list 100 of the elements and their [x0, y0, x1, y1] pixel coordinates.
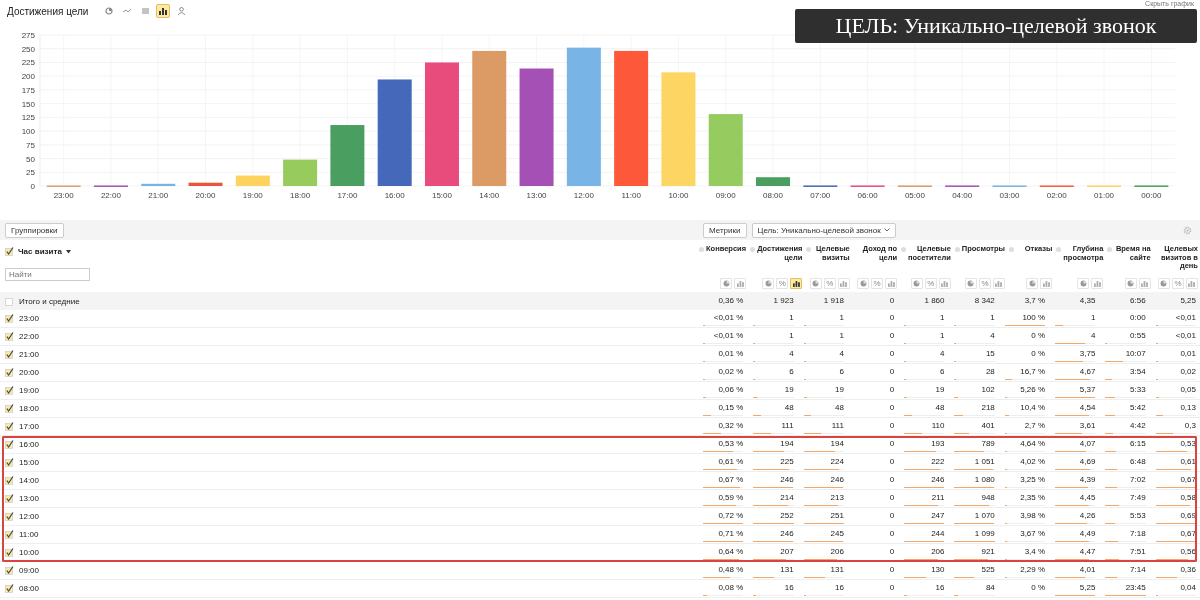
pie-chart-button[interactable] [1124, 278, 1137, 289]
table-cell: 213 [830, 493, 844, 502]
table-cell: 0,36 % [718, 295, 744, 305]
table-cell: 1 [789, 331, 794, 340]
checkbox[interactable] [5, 368, 14, 377]
table-cell: 0,02 [1180, 367, 1196, 376]
checkbox[interactable] [5, 494, 14, 503]
table-cell: 4,26 [1079, 511, 1096, 520]
table-cell: 10,4 % [1020, 403, 1046, 412]
radio-marker[interactable] [1056, 247, 1062, 252]
row-label: 14:00 [19, 476, 40, 485]
chart-bar [756, 177, 790, 186]
table-cell: 0 % [1031, 349, 1046, 358]
table-cell: 4,49 [1079, 529, 1096, 538]
percent-button[interactable]: % [776, 278, 789, 289]
bar-chart-icon [159, 7, 168, 15]
table-cell: 4 [1090, 331, 1096, 340]
percent-button[interactable]: % [1172, 278, 1184, 289]
checkbox[interactable] [5, 404, 14, 413]
radio-marker[interactable] [1107, 247, 1113, 252]
dimension-header[interactable]: Час визита [18, 247, 62, 256]
radio-marker[interactable] [806, 247, 812, 252]
radio-marker[interactable] [954, 247, 960, 252]
checkbox[interactable] [5, 350, 14, 359]
pie-chart-button[interactable] [910, 278, 923, 289]
table-cell: 4:42 [1130, 421, 1146, 430]
bar-chart-icon [792, 280, 800, 287]
checkbox[interactable] [5, 458, 14, 467]
axis-label: 02:00 [1046, 191, 1067, 200]
pie-chart-button[interactable] [809, 278, 822, 289]
pie-chart-button[interactable] [1158, 278, 1170, 289]
checkbox[interactable] [5, 566, 14, 575]
table-cell: 0,3 [1184, 421, 1196, 430]
axis-label: 150 [21, 99, 35, 109]
checkbox[interactable] [5, 386, 14, 395]
checkbox[interactable] [5, 476, 14, 485]
axis-label: 09:00 [715, 191, 736, 200]
table-cell: 10:07 [1125, 349, 1146, 358]
checkbox[interactable] [5, 247, 14, 256]
radio-marker[interactable] [901, 247, 907, 252]
table-cell: 4,07 [1079, 439, 1096, 448]
metrics-button[interactable]: Метрики [703, 222, 747, 238]
pie-chart-icon [1079, 280, 1087, 287]
table-cell: 48 [835, 403, 844, 412]
table-cell: 0 [889, 385, 895, 394]
table-cell: 211 [931, 493, 945, 502]
bar-chart-button[interactable] [790, 278, 803, 289]
radio-marker[interactable] [750, 247, 756, 252]
table-cell: 16 [835, 583, 844, 592]
pie-chart-button[interactable] [1077, 278, 1090, 289]
table-cell: 225 [780, 457, 794, 466]
axis-label: 50 [26, 154, 35, 164]
checkbox[interactable] [5, 440, 14, 449]
row-label: 11:00 [19, 530, 39, 539]
percent-button[interactable]: % [978, 278, 991, 289]
pie-chart-icon [1160, 280, 1168, 287]
table-cell: 1 080 [974, 475, 995, 484]
chart-bar [235, 175, 270, 186]
table-cell: 0 [889, 313, 895, 322]
checkbox[interactable] [5, 584, 14, 593]
percent-button[interactable]: % [871, 278, 884, 289]
checkbox[interactable] [5, 530, 14, 539]
table-cell: 84 [985, 583, 995, 592]
line-chart-icon [123, 8, 132, 14]
checkbox[interactable] [5, 512, 14, 521]
checkbox[interactable] [5, 332, 14, 341]
row-label: 16:00 [19, 440, 40, 449]
radio-marker[interactable] [1008, 247, 1014, 252]
pie-chart-button[interactable] [720, 278, 733, 289]
pie-chart-button[interactable] [762, 278, 775, 289]
checkbox[interactable] [5, 314, 14, 323]
table-cell: 131 [780, 565, 794, 574]
axis-label: 0 [30, 182, 35, 191]
table-cell: 6:15 [1130, 439, 1146, 448]
table-cell: 28 [985, 367, 995, 376]
percent-button[interactable]: % [924, 278, 937, 289]
table-cell: <0,01 % [713, 313, 744, 322]
table-cell: 16 [935, 583, 945, 592]
checkbox[interactable] [5, 422, 14, 431]
goal-select[interactable]: Цель: Уникально-целевой звонок [751, 222, 896, 238]
groupings-button[interactable]: Группировки [5, 222, 64, 238]
sort-caret-icon[interactable] [65, 249, 71, 254]
pie-chart-button[interactable] [857, 278, 870, 289]
settings-icon[interactable] [1183, 225, 1192, 235]
table-cell: 4,64 % [1020, 439, 1046, 448]
table-cell: 5:42 [1130, 403, 1146, 412]
bar-chart-button[interactable] [156, 4, 171, 18]
table-cell: 246 [780, 529, 794, 538]
pie-chart-icon [722, 280, 730, 287]
table-cell: 0 [889, 439, 895, 448]
pie-chart-button[interactable] [964, 278, 977, 289]
pie-chart-button[interactable] [1026, 278, 1039, 289]
table-cell: 5:33 [1130, 385, 1146, 394]
axis-label: 19:00 [242, 191, 263, 200]
table-cell: 246 [830, 475, 844, 484]
radio-marker[interactable] [699, 247, 704, 252]
percent-button[interactable]: % [823, 278, 836, 289]
search-field[interactable]: Найти [5, 268, 90, 281]
checkbox[interactable] [5, 548, 14, 557]
axis-label: 06:00 [857, 191, 878, 200]
